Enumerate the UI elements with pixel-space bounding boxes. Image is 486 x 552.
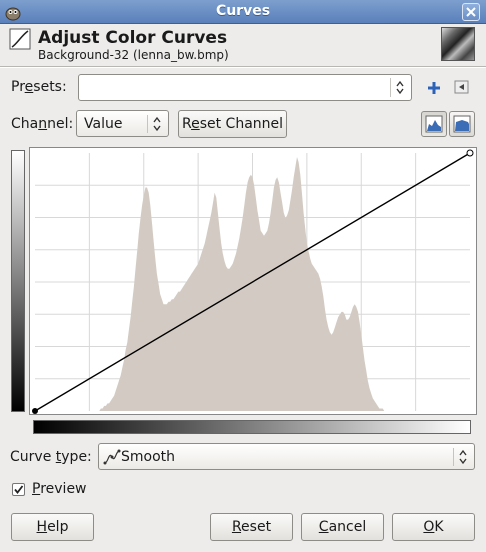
up-down-arrows-icon xyxy=(396,80,404,95)
reset-channel-button[interactable]: Reset Channel xyxy=(178,110,287,138)
linear-histogram-icon xyxy=(425,115,443,133)
curve-type-combo[interactable]: Smooth xyxy=(98,443,475,470)
preset-menu-icon[interactable] xyxy=(454,79,470,95)
smooth-curve-icon xyxy=(103,449,121,465)
close-button[interactable] xyxy=(462,3,480,21)
cancel-button[interactable]: Cancel xyxy=(301,513,384,541)
preview-checkbox[interactable] xyxy=(12,483,25,496)
output-gradient-bar xyxy=(11,150,25,412)
channel-dropdown-button[interactable] xyxy=(147,115,165,133)
dialog-subtitle: Background-32 (lenna_bw.bmp) xyxy=(38,48,229,62)
up-down-arrows-icon xyxy=(153,116,161,132)
channel-label: Channel: xyxy=(11,116,74,132)
linear-histogram-toggle[interactable] xyxy=(421,111,447,137)
channel-combo[interactable]: Value xyxy=(76,110,169,137)
help-button[interactable]: Help xyxy=(11,513,94,541)
curve-graph[interactable] xyxy=(29,147,477,415)
log-histogram-toggle[interactable] xyxy=(449,111,475,137)
dialog-header: Adjust Color Curves Background-32 (lenna… xyxy=(0,24,486,68)
presets-combo[interactable] xyxy=(78,74,412,101)
window-title: Curves xyxy=(215,3,271,19)
header-separator xyxy=(0,66,486,68)
ok-button[interactable]: OK xyxy=(392,513,475,541)
channel-value: Value xyxy=(84,116,123,132)
log-histogram-icon xyxy=(453,115,471,133)
reset-button[interactable]: Reset xyxy=(210,513,293,541)
title-bar: Curves xyxy=(0,0,486,24)
add-preset-icon[interactable] xyxy=(425,79,443,97)
curve-type-value: Smooth xyxy=(121,449,176,465)
up-down-arrows-icon xyxy=(459,449,467,465)
curve-point-end[interactable] xyxy=(466,149,474,157)
dialog-title: Adjust Color Curves xyxy=(38,28,228,48)
curve-point-start[interactable] xyxy=(32,408,38,414)
close-icon xyxy=(466,7,476,17)
image-thumbnail xyxy=(441,27,475,61)
curve-type-dropdown-button[interactable] xyxy=(453,448,471,466)
presets-label: Presets: xyxy=(11,79,67,95)
checkmark-icon xyxy=(14,485,24,494)
presets-dropdown-button[interactable] xyxy=(390,78,408,97)
preview-label[interactable]: Preview xyxy=(32,481,87,497)
curve-type-label: Curve type: xyxy=(10,449,92,465)
curves-tool-icon xyxy=(9,28,31,50)
input-gradient-bar xyxy=(33,420,471,434)
